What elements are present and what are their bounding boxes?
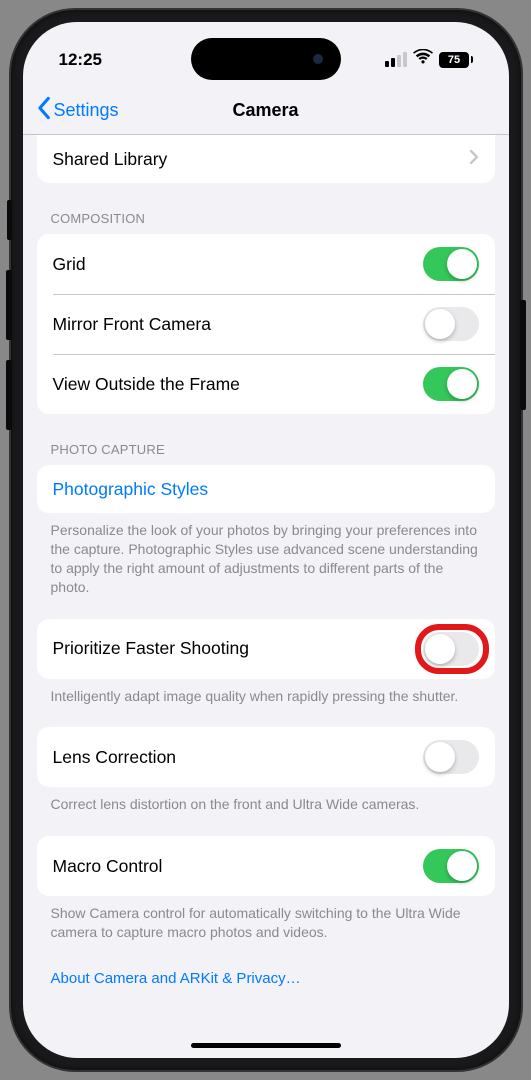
composition-header: COMPOSITION (23, 211, 509, 234)
photo-capture-header: PHOTO CAPTURE (23, 442, 509, 465)
prioritize-faster-footer: Intelligently adapt image quality when r… (23, 679, 509, 706)
mirror-front-label: Mirror Front Camera (53, 314, 212, 335)
screen: 12:25 75 (23, 22, 509, 1058)
back-label: Settings (54, 100, 119, 121)
chevron-left-icon (35, 96, 52, 125)
lens-correction-label: Lens Correction (53, 747, 177, 768)
photographic-styles-row[interactable]: Photographic Styles (37, 465, 495, 513)
power-button (520, 300, 526, 410)
shared-library-label: Shared Library (53, 149, 168, 170)
wifi-icon (413, 49, 433, 70)
mirror-front-row: Mirror Front Camera (37, 294, 495, 354)
nav-bar: Settings Camera (23, 87, 509, 135)
silent-switch (7, 200, 12, 240)
mirror-front-toggle[interactable] (423, 307, 479, 341)
grid-toggle[interactable] (423, 247, 479, 281)
settings-content: Shared Library COMPOSITION Grid Mirror F… (23, 135, 509, 1017)
battery-icon: 75 (439, 52, 473, 68)
volume-up-button (6, 270, 12, 340)
macro-control-label: Macro Control (53, 856, 163, 877)
phone-frame: 12:25 75 (11, 10, 521, 1070)
view-outside-row: View Outside the Frame (37, 354, 495, 414)
photographic-styles-label: Photographic Styles (53, 479, 209, 500)
view-outside-label: View Outside the Frame (53, 374, 240, 395)
cellular-icon (385, 52, 407, 67)
photographic-styles-card: Photographic Styles (37, 465, 495, 513)
lens-correction-footer: Correct lens distortion on the front and… (23, 787, 509, 814)
shared-library-card: Shared Library (37, 135, 495, 183)
prioritize-faster-toggle[interactable] (423, 632, 479, 666)
home-indicator (191, 1043, 341, 1048)
chevron-right-icon (469, 149, 479, 170)
status-time: 12:25 (59, 50, 102, 70)
macro-control-card: Macro Control (37, 836, 495, 896)
prioritize-faster-row: Prioritize Faster Shooting (37, 619, 495, 679)
shared-library-row[interactable]: Shared Library (37, 135, 495, 183)
composition-card: Grid Mirror Front Camera View Outside th… (37, 234, 495, 414)
battery-percent: 75 (448, 54, 460, 66)
lens-correction-toggle[interactable] (423, 740, 479, 774)
macro-control-footer: Show Camera control for automatically sw… (23, 896, 509, 942)
view-outside-toggle[interactable] (423, 367, 479, 401)
macro-control-toggle[interactable] (423, 849, 479, 883)
grid-row: Grid (37, 234, 495, 294)
prioritize-faster-card: Prioritize Faster Shooting (37, 619, 495, 679)
back-button[interactable]: Settings (35, 96, 119, 125)
dynamic-island (191, 38, 341, 80)
photo-capture-group: PHOTO CAPTURE Photographic Styles Person… (23, 442, 509, 942)
photographic-styles-footer: Personalize the look of your photos by b… (23, 513, 509, 597)
privacy-link[interactable]: About Camera and ARKit & Privacy… (51, 970, 481, 987)
status-icons: 75 (385, 49, 473, 70)
grid-label: Grid (53, 254, 86, 275)
composition-group: COMPOSITION Grid Mirror Front Camera Vie… (23, 211, 509, 414)
lens-correction-card: Lens Correction (37, 727, 495, 787)
volume-down-button (6, 360, 12, 430)
lens-correction-row: Lens Correction (37, 727, 495, 787)
prioritize-faster-label: Prioritize Faster Shooting (53, 638, 249, 659)
page-title: Camera (232, 100, 298, 121)
macro-control-row: Macro Control (37, 836, 495, 896)
